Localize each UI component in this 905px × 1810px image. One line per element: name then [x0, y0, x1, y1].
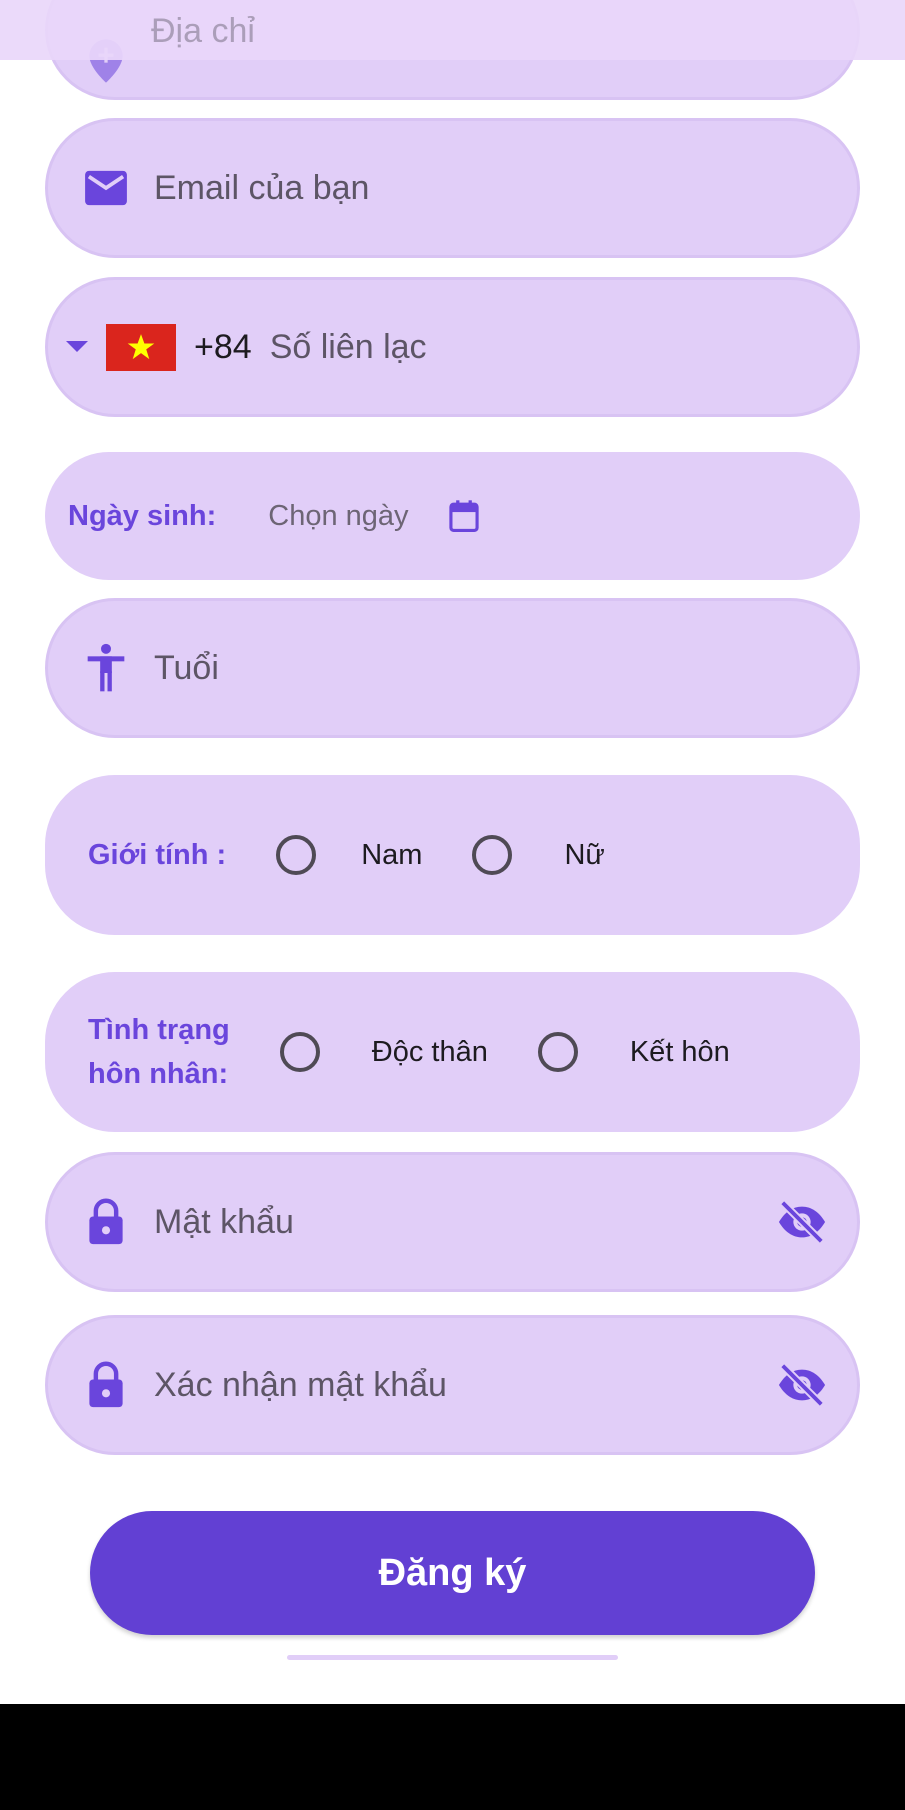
address-placeholder: Địa chỉ — [151, 12, 255, 50]
confirm-password-field[interactable]: Xác nhận mật khẩu — [45, 1315, 860, 1455]
system-navigation-bar — [0, 1704, 905, 1810]
age-placeholder: Tuổi — [154, 648, 219, 687]
confirm-password-placeholder: Xác nhận mật khẩu — [154, 1365, 447, 1404]
registration-screen: Địa chỉ Email của bạn +84 Số liên lạc Ng… — [0, 0, 905, 1810]
gender-option-nu[interactable]: Nữ — [564, 839, 604, 872]
age-field[interactable]: Tuổi — [45, 598, 860, 738]
phone-placeholder: Số liên lạc — [269, 327, 427, 366]
accessibility-person-icon — [76, 638, 136, 698]
password-field[interactable]: Mật khẩu — [45, 1152, 860, 1292]
gender-option-nam[interactable]: Nam — [361, 839, 422, 872]
visibility-off-icon[interactable] — [772, 1192, 832, 1252]
date-picker-value[interactable]: Chọn ngày — [268, 500, 408, 533]
calendar-icon[interactable] — [434, 486, 494, 546]
email-field[interactable]: Email của bạn — [45, 118, 860, 258]
marital-radio-single[interactable] — [279, 1032, 320, 1072]
country-code: +84 — [194, 327, 252, 366]
country-dropdown[interactable] — [62, 317, 176, 377]
email-placeholder: Email của bạn — [154, 168, 370, 207]
mail-icon — [76, 158, 136, 218]
gender-radio-nu[interactable] — [472, 835, 513, 875]
caret-down-icon — [62, 317, 92, 377]
birthday-field: Ngày sinh: Chọn ngày — [45, 452, 860, 580]
marital-radio-married[interactable] — [537, 1032, 578, 1072]
gender-radio-nam[interactable] — [276, 835, 317, 875]
vietnam-flag-icon — [106, 323, 176, 371]
marital-status-field: Tình trạng hôn nhân: Độc thân Kết hôn — [45, 972, 860, 1132]
password-placeholder: Mật khẩu — [154, 1202, 294, 1241]
visibility-off-icon[interactable] — [772, 1355, 832, 1415]
marital-status-label: Tình trạng hôn nhân: — [88, 1014, 230, 1090]
phone-field[interactable]: +84 Số liên lạc — [45, 277, 860, 417]
lock-icon — [76, 1355, 136, 1415]
marital-option-married[interactable]: Kết hôn — [630, 1036, 730, 1069]
lock-icon — [76, 1192, 136, 1252]
scroll-indicator — [287, 1655, 618, 1660]
register-button[interactable]: Đăng ký — [90, 1511, 815, 1635]
gender-field: Giới tính : Nam Nữ — [45, 775, 860, 935]
gender-label: Giới tính : — [88, 838, 227, 871]
top-app-bar — [0, 0, 905, 60]
birthday-label: Ngày sinh: — [68, 499, 217, 532]
marital-option-single[interactable]: Độc thân — [372, 1036, 488, 1069]
